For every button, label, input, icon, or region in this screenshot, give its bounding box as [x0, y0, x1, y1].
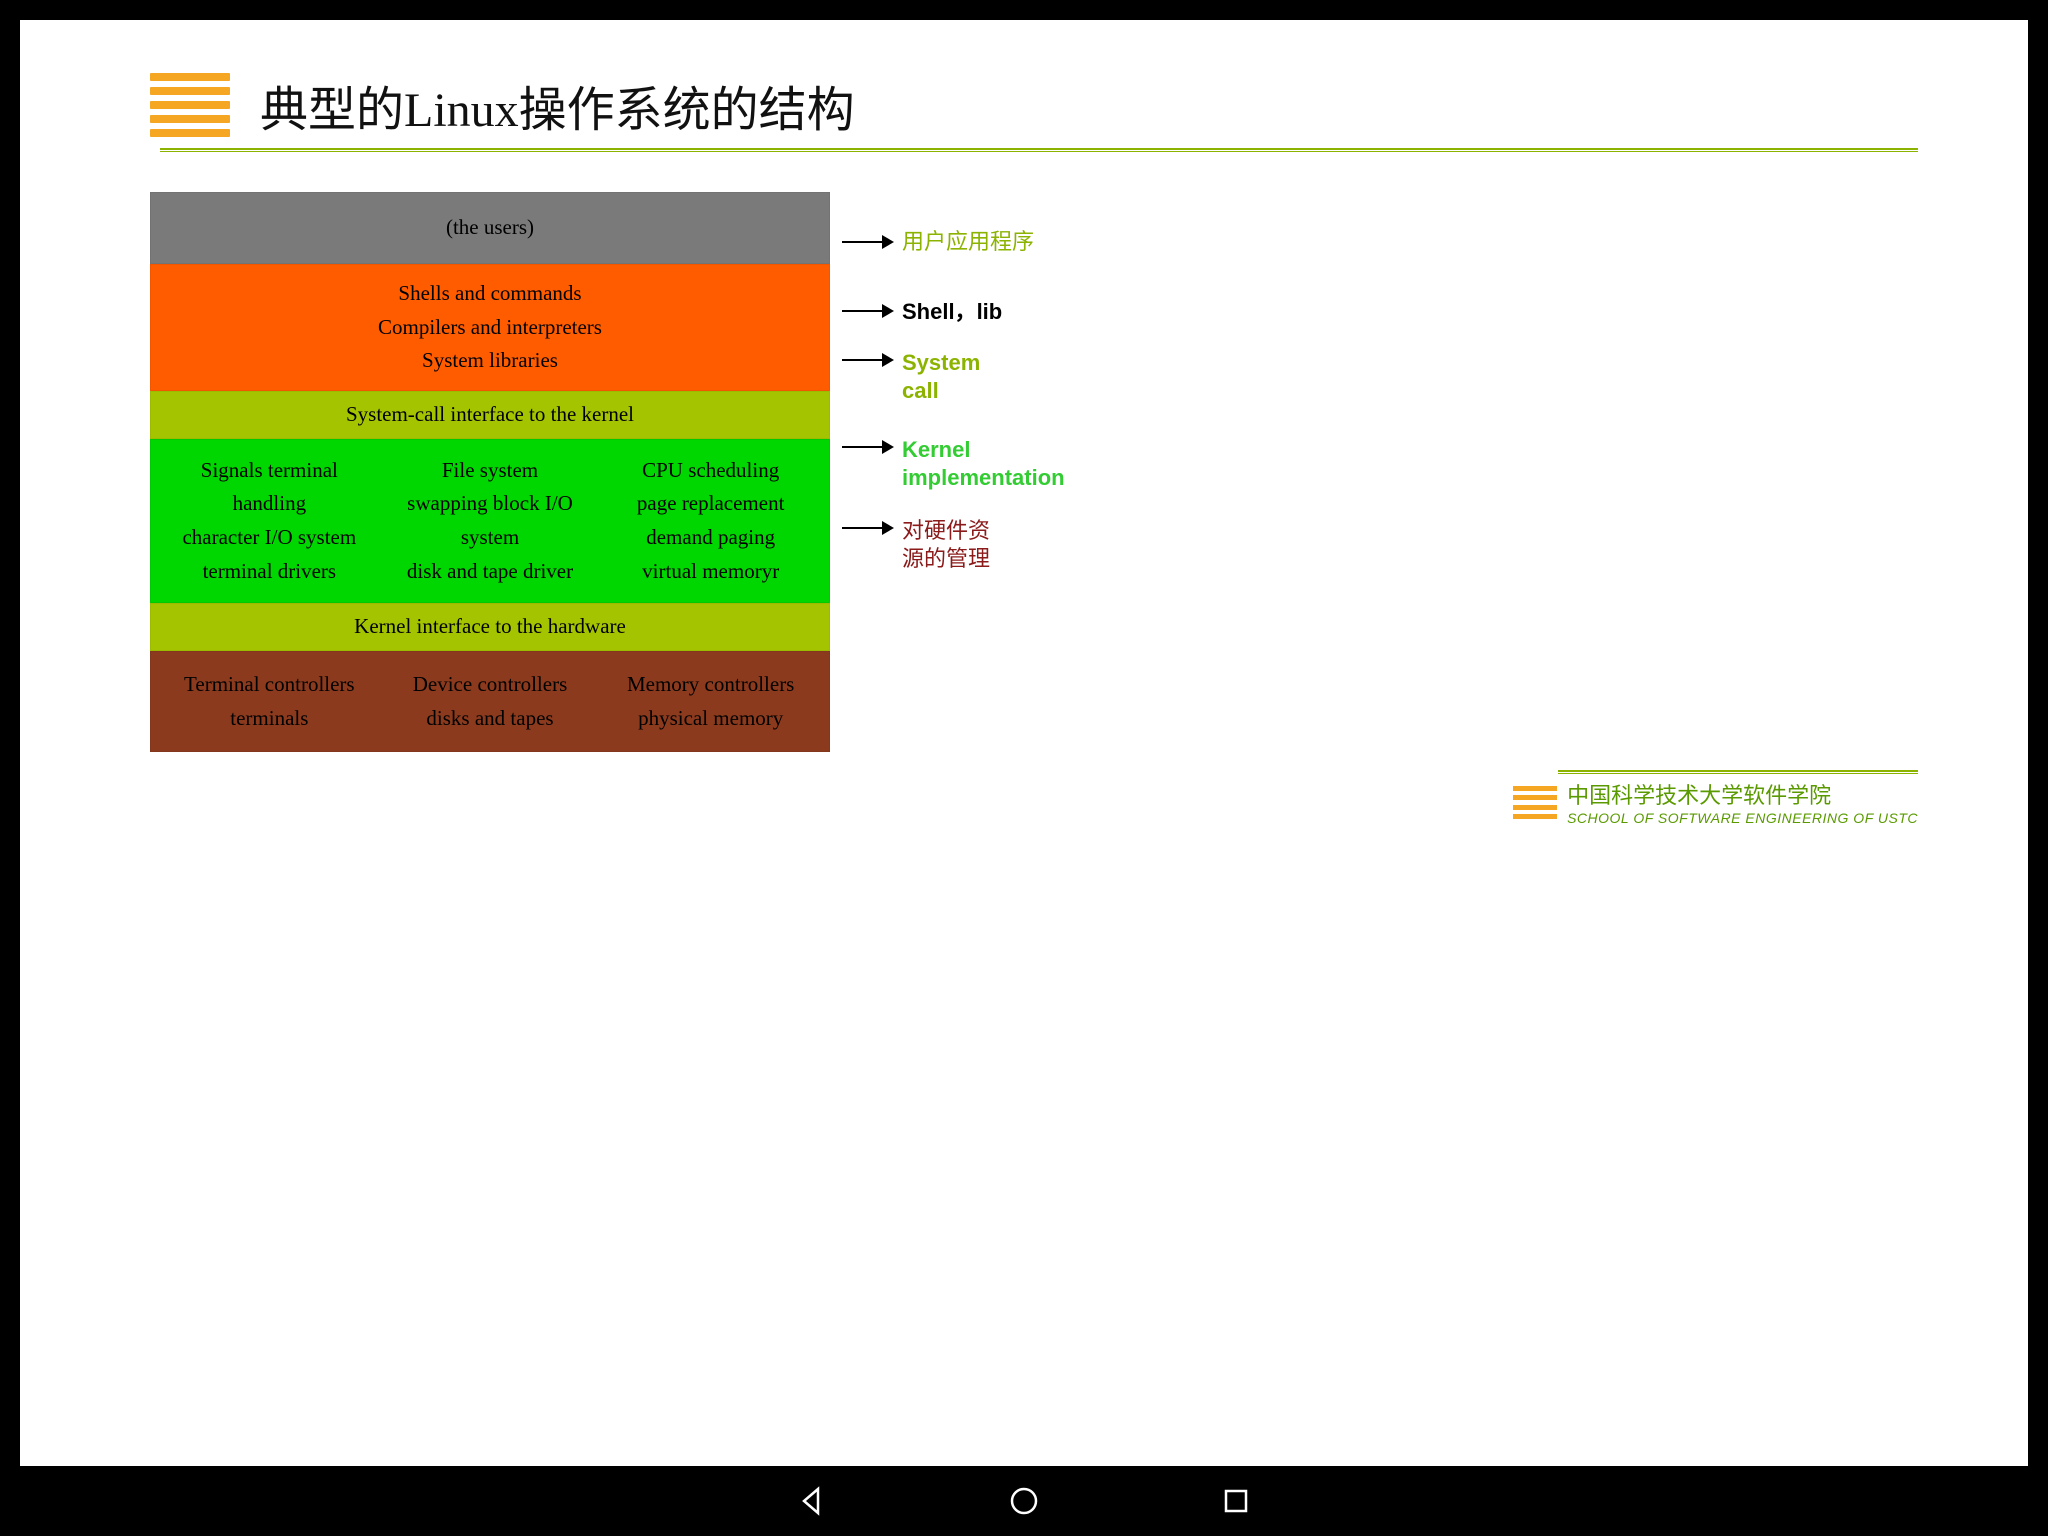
- anno-kernel-l1: Kernel: [902, 436, 1065, 464]
- hw-c2-l1: Device controllers: [386, 668, 595, 702]
- recent-icon[interactable]: [1220, 1485, 1252, 1517]
- anno-syscall-l2: call: [902, 377, 980, 405]
- layer-syscall: System-call interface to the kernel: [150, 391, 830, 439]
- arrow-icon: [842, 310, 892, 312]
- footer-logo-icon: [1513, 783, 1557, 821]
- layer-kernel-hw-interface: Kernel interface to the hardware: [150, 603, 830, 651]
- layer-users-label: (the users): [446, 211, 534, 245]
- kernel-c1-l3: character I/O system: [165, 521, 374, 555]
- khw-label: Kernel interface to the hardware: [354, 610, 626, 644]
- kernel-c3-l2: page replacement: [606, 487, 815, 521]
- slide-title: 典型的Linux操作系统的结构: [260, 70, 855, 140]
- arrow-icon: [842, 359, 892, 361]
- home-icon[interactable]: [1008, 1485, 1040, 1517]
- layer-stack: (the users) Shells and commands Compiler…: [150, 192, 830, 752]
- hw-c1-l2: terminals: [165, 702, 374, 736]
- kernel-col2: File system swapping block I/O system di…: [380, 446, 601, 596]
- title-row: 典型的Linux操作系统的结构: [150, 70, 1918, 140]
- arrow-icon: [842, 446, 892, 448]
- title-underline: [160, 148, 1918, 152]
- footer-underline: [1558, 770, 1918, 774]
- shells-line3: System libraries: [159, 344, 821, 378]
- kernel-c2-l3: system: [386, 521, 595, 555]
- arrow-icon: [842, 241, 892, 243]
- hw-c2-l2: disks and tapes: [386, 702, 595, 736]
- kernel-c3-l1: CPU scheduling: [606, 454, 815, 488]
- anno-kernel-l2: implementation: [902, 464, 1065, 492]
- footer: 中国科学技术大学软件学院 SCHOOL OF SOFTWARE ENGINEER…: [150, 778, 1918, 826]
- anno-users: 用户应用程序: [842, 228, 1918, 256]
- hw-c3-l1: Memory controllers: [606, 668, 815, 702]
- kernel-c3-l3: demand paging: [606, 521, 815, 555]
- layer-hardware: Terminal controllers terminals Device co…: [150, 651, 830, 752]
- back-icon[interactable]: [796, 1485, 828, 1517]
- shells-line1: Shells and commands: [159, 277, 821, 311]
- slide: 典型的Linux操作系统的结构 (the users) Shells and c…: [20, 20, 2028, 1466]
- anno-kernel: Kernel implementation: [842, 436, 1918, 491]
- anno-syscall-text: System call: [902, 349, 980, 404]
- kernel-c2-l4: disk and tape driver: [386, 555, 595, 589]
- diagram: (the users) Shells and commands Compiler…: [150, 192, 1918, 752]
- kernel-c2-l1: File system: [386, 454, 595, 488]
- kernel-c1-l4: terminal drivers: [165, 555, 374, 589]
- footer-cn: 中国科学技术大学软件学院: [1567, 778, 1918, 810]
- syscall-label: System-call interface to the kernel: [346, 398, 634, 432]
- layer-shells: Shells and commands Compilers and interp…: [150, 264, 830, 391]
- kernel-col1: Signals terminal handling character I/O …: [159, 446, 380, 596]
- hw-col2: Device controllers disks and tapes: [380, 658, 601, 745]
- anno-hw-l1: 对硬件资: [902, 517, 990, 545]
- annotations: 用户应用程序 Shell，lib System call Kernel impl…: [842, 192, 1918, 752]
- hw-col3: Memory controllers physical memory: [600, 658, 821, 745]
- anno-hw-text: 对硬件资 源的管理: [902, 517, 990, 572]
- anno-syscall: System call: [842, 349, 1918, 404]
- anno-shells-text: Shell，lib: [902, 298, 1002, 326]
- kernel-c1-l1: Signals terminal: [165, 454, 374, 488]
- anno-kernel-text: Kernel implementation: [902, 436, 1065, 491]
- anno-users-text: 用户应用程序: [902, 228, 1034, 256]
- anno-shells: Shell，lib: [842, 298, 1918, 326]
- footer-en: SCHOOL OF SOFTWARE ENGINEERING OF USTC: [1567, 810, 1918, 826]
- logo-icon: [150, 70, 230, 140]
- hw-col1: Terminal controllers terminals: [159, 658, 380, 745]
- anno-hw: 对硬件资 源的管理: [842, 517, 1918, 572]
- kernel-col3: CPU scheduling page replacement demand p…: [600, 446, 821, 596]
- kernel-c3-l4: virtual memoryr: [606, 555, 815, 589]
- anno-hw-l2: 源的管理: [902, 545, 990, 573]
- shells-line2: Compilers and interpreters: [159, 311, 821, 345]
- hw-c3-l2: physical memory: [606, 702, 815, 736]
- layer-users: (the users): [150, 192, 830, 264]
- kernel-c1-l2: handling: [165, 487, 374, 521]
- arrow-icon: [842, 527, 892, 529]
- kernel-c2-l2: swapping block I/O: [386, 487, 595, 521]
- layer-kernel: Signals terminal handling character I/O …: [150, 439, 830, 603]
- anno-syscall-l1: System: [902, 349, 980, 377]
- android-nav-bar: [20, 1466, 2028, 1536]
- footer-text: 中国科学技术大学软件学院 SCHOOL OF SOFTWARE ENGINEER…: [1567, 778, 1918, 826]
- hw-c1-l1: Terminal controllers: [165, 668, 374, 702]
